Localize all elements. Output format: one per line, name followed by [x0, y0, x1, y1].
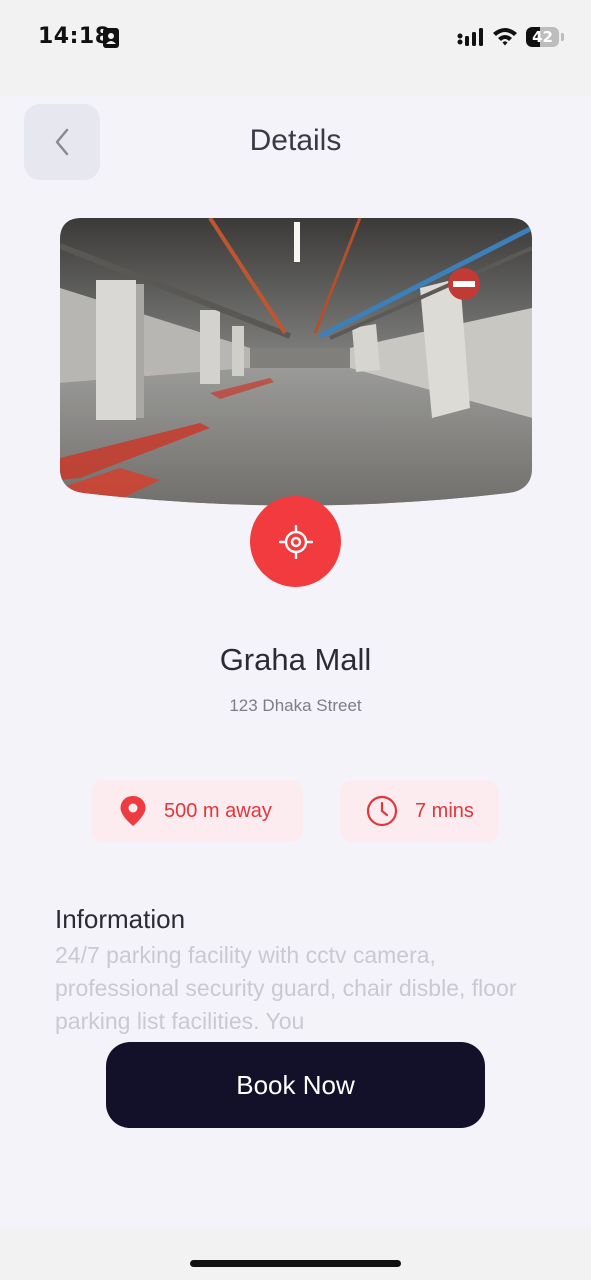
- clock-icon: [366, 795, 398, 827]
- locate-button[interactable]: [250, 496, 341, 587]
- status-bar: 14:18 42: [0, 0, 591, 96]
- page-title: Details: [249, 124, 342, 157]
- information-text: 24/7 parking facility with cctv camera, …: [55, 942, 517, 1034]
- place-name: Graha Mall: [219, 642, 372, 677]
- contact-card-icon: [103, 28, 119, 48]
- crosshair-icon: [278, 524, 313, 559]
- battery-level: 42: [532, 28, 553, 46]
- home-bar-area: [0, 1228, 591, 1280]
- details-screen: Details Graha Mall 123 Dhaka Street 500 …: [0, 96, 591, 1228]
- book-now-button[interactable]: Book Now: [106, 1042, 485, 1128]
- information-heading: Information: [55, 904, 186, 934]
- duration-chip: 7 mins: [340, 780, 499, 842]
- duration-label: 7 mins: [415, 799, 474, 822]
- map-pin-icon: [119, 795, 147, 827]
- status-time: 14:18: [38, 24, 111, 49]
- parking-garage-photo: [60, 218, 532, 506]
- distance-label: 500 m away: [164, 799, 272, 822]
- battery-indicator: 42: [526, 27, 564, 47]
- home-indicator[interactable]: [190, 1260, 401, 1267]
- cellular-signal-icon: [457, 28, 483, 46]
- distance-chip: 500 m away: [91, 780, 303, 842]
- place-address: 123 Dhaka Street: [229, 696, 362, 715]
- wifi-icon: [493, 28, 517, 46]
